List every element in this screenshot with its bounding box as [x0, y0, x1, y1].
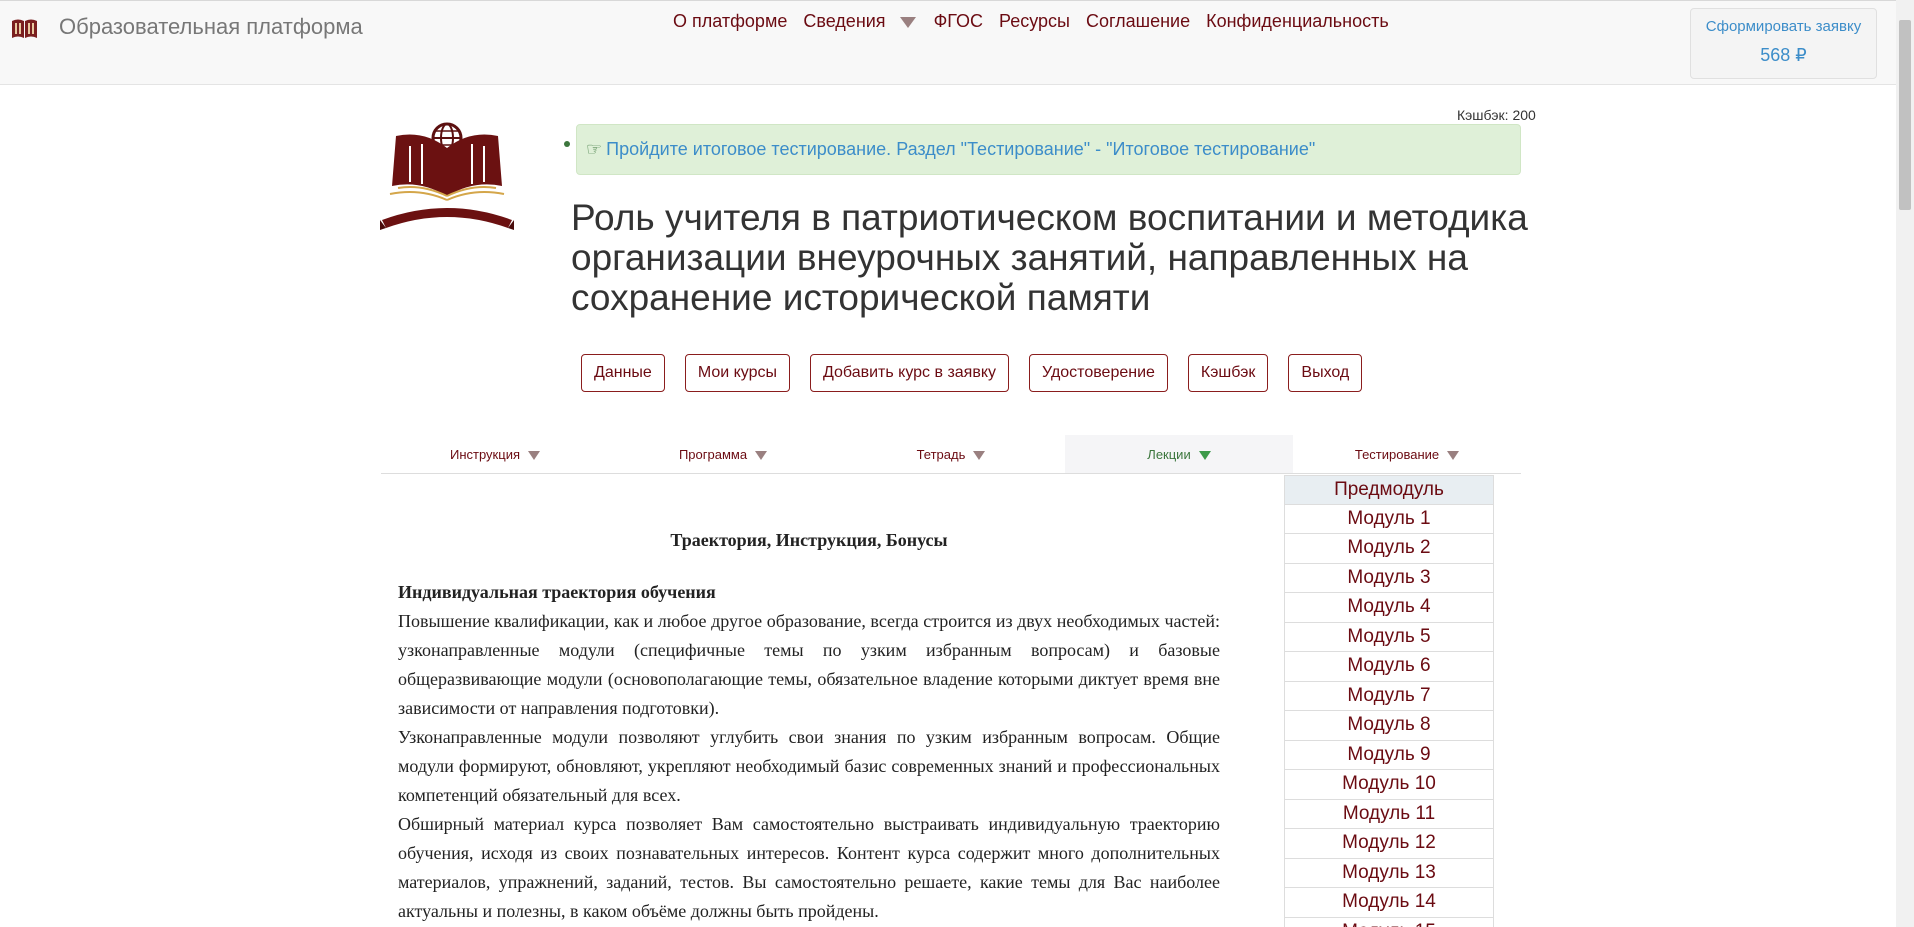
- chevron-down-icon: [973, 451, 986, 461]
- academy-logo: [380, 122, 514, 230]
- paragraph: Обширный материал курса позволяет Вам са…: [398, 814, 1220, 921]
- tab-instruction[interactable]: Инструкция: [381, 435, 609, 473]
- menu-item-fgos[interactable]: ФГОС: [934, 11, 983, 32]
- book-icon[interactable]: [11, 16, 38, 40]
- brand-title[interactable]: Образовательная платформа: [59, 14, 363, 40]
- add-course-button[interactable]: Добавить курс в заявку: [810, 354, 1010, 392]
- tab-notebook[interactable]: Тетрадь: [837, 435, 1065, 473]
- logout-button[interactable]: Выход: [1288, 354, 1363, 392]
- tab-testing[interactable]: Тестирование: [1293, 435, 1521, 473]
- chevron-down-icon: [755, 451, 768, 461]
- main-menu: О платформе Сведения ФГОС Ресурсы Соглаш…: [673, 11, 1405, 32]
- tab-label: Инструкция: [450, 447, 520, 462]
- chevron-down-icon: [528, 451, 540, 461]
- alert-text: Пройдите итоговое тестирование. Раздел "…: [606, 139, 1316, 159]
- module-item[interactable]: Модуль 15: [1284, 917, 1494, 927]
- tab-lectures[interactable]: Лекции: [1065, 435, 1293, 473]
- chevron-down-icon[interactable]: [899, 16, 916, 28]
- module-item[interactable]: Модуль 3: [1284, 563, 1494, 593]
- lecture-heading: Траектория, Инструкция, Бонусы: [670, 530, 948, 550]
- course-title: Роль учителя в патриотическом воспитании…: [571, 197, 1528, 318]
- bullet-dot: [564, 141, 570, 147]
- tab-label: Лекции: [1147, 447, 1191, 462]
- module-item[interactable]: Модуль 12: [1284, 829, 1494, 859]
- module-item[interactable]: Модуль 4: [1284, 593, 1494, 623]
- module-item[interactable]: Модуль 14: [1284, 888, 1494, 918]
- order-label: Сформировать заявку: [1705, 18, 1862, 35]
- cashback-balance: Кэшбэк: 200: [1457, 107, 1536, 123]
- chevron-down-icon: [1447, 451, 1460, 461]
- module-item[interactable]: Модуль 6: [1284, 652, 1494, 682]
- module-item[interactable]: Модуль 5: [1284, 622, 1494, 652]
- module-item[interactable]: Модуль 13: [1284, 858, 1494, 888]
- menu-item-about[interactable]: О платформе: [673, 11, 787, 32]
- my-courses-button[interactable]: Мои курсы: [684, 354, 790, 392]
- menu-item-info[interactable]: Сведения: [803, 11, 885, 32]
- scrollbar-thumb[interactable]: [1899, 20, 1911, 210]
- action-buttons: Данные Мои курсы Добавить курс в заявку …: [581, 354, 1382, 392]
- cashback-button[interactable]: Кэшбэк: [1187, 354, 1269, 392]
- lecture-content: Траектория, Инструкция, Бонусы Индивидуа…: [398, 530, 1220, 926]
- paragraph: Повышение квалификации, как и любое друг…: [398, 611, 1220, 718]
- module-list: Предмодуль Модуль 1 Модуль 2 Модуль 3 Мо…: [1284, 475, 1494, 927]
- chevron-down-icon: [1198, 451, 1211, 461]
- menu-item-agreement[interactable]: Соглашение: [1086, 11, 1190, 32]
- certificate-button[interactable]: Удостоверение: [1029, 354, 1168, 392]
- tab-program[interactable]: Программа: [609, 435, 837, 473]
- paragraph: Узконаправленные модули позволяют углуби…: [398, 727, 1220, 805]
- tab-label: Программа: [678, 447, 748, 462]
- module-item[interactable]: Модуль 1: [1284, 504, 1494, 534]
- module-item[interactable]: Модуль 9: [1284, 740, 1494, 770]
- section-subheading: Индивидуальная траектория обучения: [398, 582, 716, 602]
- module-item[interactable]: Модуль 2: [1284, 534, 1494, 564]
- hand-pointer-icon: ☞: [586, 139, 603, 159]
- data-button[interactable]: Данные: [581, 354, 665, 392]
- order-button[interactable]: Сформировать заявку 568 ₽: [1690, 8, 1877, 79]
- tab-label: Тетрадь: [916, 447, 966, 462]
- menu-item-privacy[interactable]: Конфиденциальность: [1206, 11, 1389, 32]
- menu-item-resources[interactable]: Ресурсы: [999, 11, 1070, 32]
- top-navbar: Образовательная платформа О платформе Св…: [0, 0, 1896, 85]
- final-test-alert[interactable]: ☞ Пройдите итоговое тестирование. Раздел …: [576, 124, 1521, 175]
- module-item[interactable]: Модуль 8: [1284, 711, 1494, 741]
- page-scrollbar[interactable]: [1896, 0, 1914, 927]
- module-item[interactable]: Модуль 11: [1284, 799, 1494, 829]
- module-item[interactable]: Модуль 7: [1284, 681, 1494, 711]
- module-item[interactable]: Модуль 10: [1284, 770, 1494, 800]
- module-item-premodule[interactable]: Предмодуль: [1284, 475, 1494, 505]
- course-tabs: Инструкция Программа Тетрадь Лекции Тест…: [381, 435, 1521, 474]
- tab-label: Тестирование: [1354, 447, 1440, 462]
- order-price: 568 ₽: [1760, 45, 1807, 65]
